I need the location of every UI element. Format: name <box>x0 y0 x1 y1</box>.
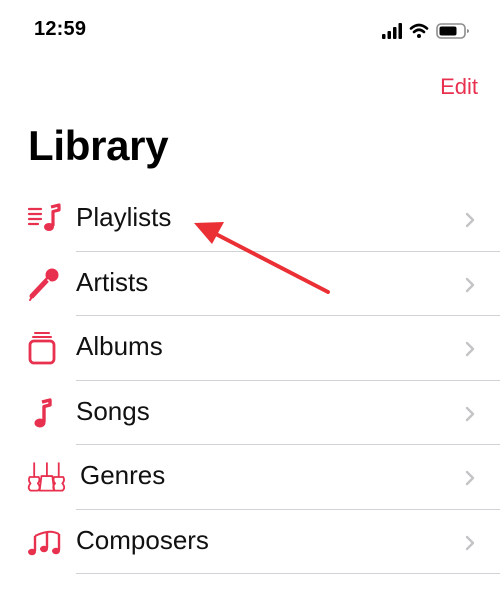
library-item-genres[interactable]: Genres <box>0 445 500 510</box>
albums-stack-icon <box>28 332 56 365</box>
edit-button[interactable]: Edit <box>440 74 478 100</box>
library-item-playlists[interactable]: Playlists <box>0 187 500 252</box>
playlists-icon <box>27 203 61 231</box>
music-notes-icon <box>28 530 61 555</box>
item-label: Songs <box>76 395 150 426</box>
battery-icon <box>436 23 469 39</box>
item-label: Albums <box>76 331 163 361</box>
chevron-right-icon <box>465 212 475 228</box>
status-time: 12:59 <box>34 18 87 40</box>
chevron-right-icon <box>465 406 475 421</box>
library-item-artists[interactable]: Artists <box>0 252 500 316</box>
item-label: Composers <box>76 524 209 555</box>
item-label: Genres <box>80 460 166 490</box>
wifi-icon <box>409 23 429 38</box>
page-title: Library <box>28 122 169 169</box>
microphone-icon <box>29 268 59 301</box>
chevron-right-icon <box>465 470 475 486</box>
item-label: Playlists <box>76 202 172 232</box>
library-item-albums[interactable]: Albums <box>0 316 500 381</box>
chevron-right-icon <box>465 341 475 357</box>
library-list: Playlists Artists Albums Songs Genres Co… <box>0 187 500 574</box>
divider <box>76 573 500 574</box>
status-icons <box>382 23 469 39</box>
guitars-icon <box>27 462 66 492</box>
status-bar: 12:59 <box>0 0 500 60</box>
item-label: Artists <box>76 266 149 297</box>
library-item-composers[interactable]: Composers <box>0 510 500 574</box>
library-item-songs[interactable]: Songs <box>0 381 500 445</box>
chevron-right-icon <box>465 535 475 550</box>
music-note-icon <box>34 397 52 427</box>
cellular-signal-icon <box>382 23 402 39</box>
chevron-right-icon <box>465 277 475 292</box>
